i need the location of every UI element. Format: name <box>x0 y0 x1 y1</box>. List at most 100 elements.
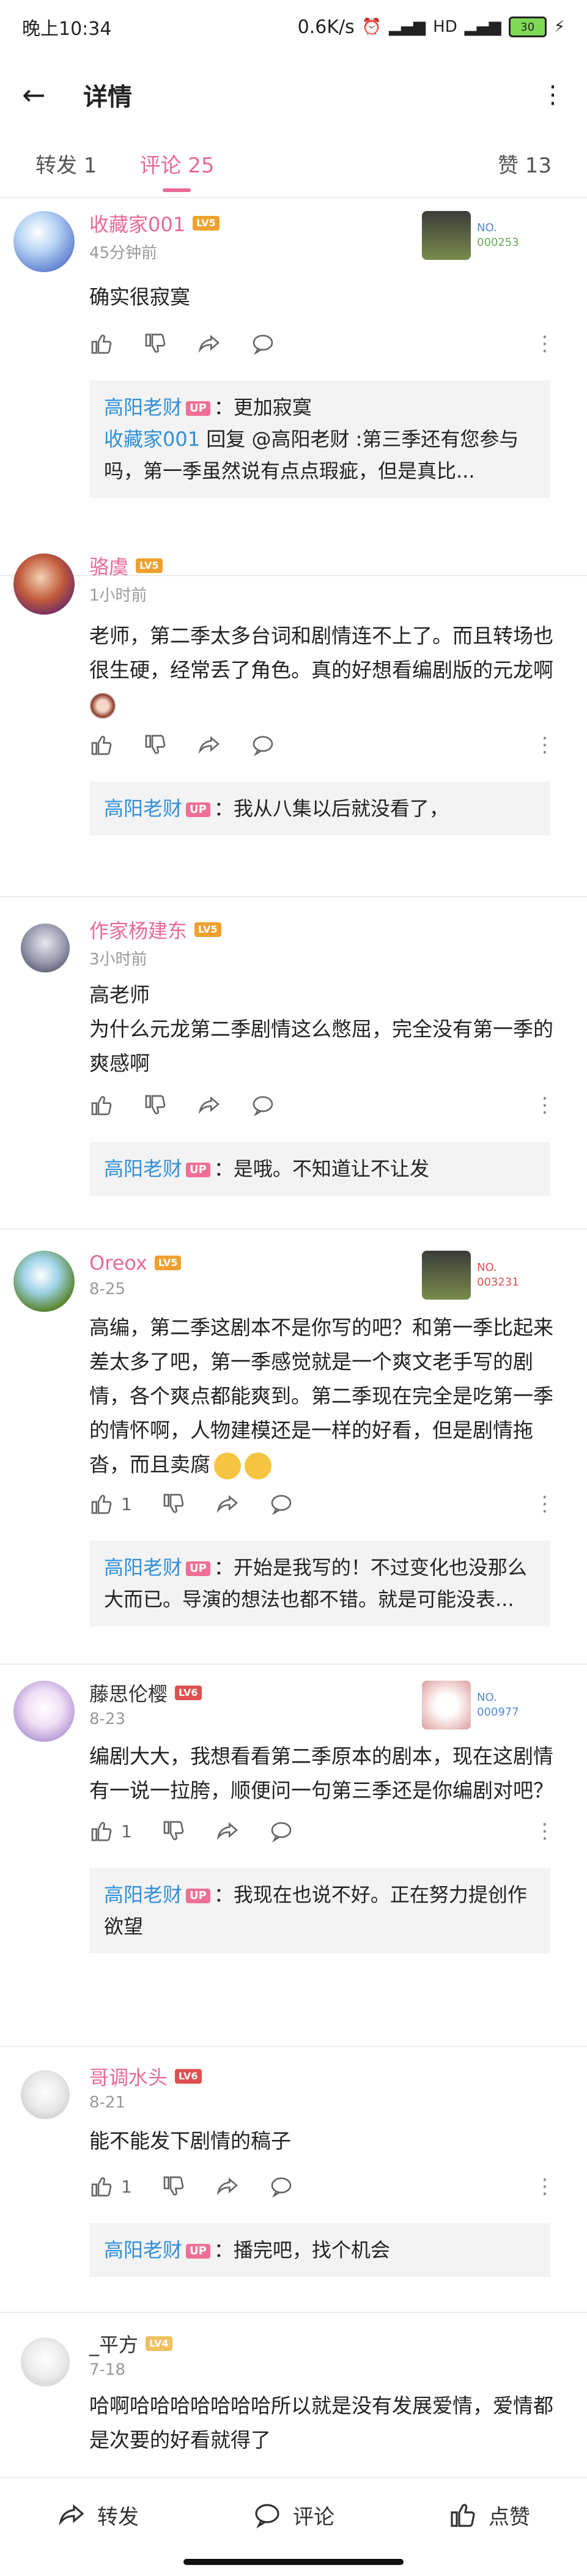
badge-number: 003231 <box>477 1276 519 1289</box>
comment-text: 高编，第二季这剧本不是你写的吧？和第一季比起来差太多了吧，第一季感觉就是一个爽文… <box>89 1311 569 1482</box>
thumbs-up-icon <box>91 1495 112 1514</box>
like-button[interactable]: 1 <box>89 1492 132 1516</box>
comment-more-icon[interactable]: ⋮ <box>534 1819 555 1843</box>
home-indicator[interactable] <box>183 2559 404 2565</box>
like-button[interactable]: 1 <box>89 1819 132 1843</box>
reply-author[interactable]: 高阳老财 <box>104 1883 182 1906</box>
reply-box[interactable]: 高阳老财 UP ：播完吧，找个机会 <box>89 2223 550 2277</box>
tab-likes[interactable]: 赞 13 <box>498 149 552 188</box>
reply-author[interactable]: 收藏家001 <box>104 427 200 451</box>
like-button[interactable]: 1 <box>89 2174 132 2199</box>
username[interactable]: 藤思伦樱 <box>89 1679 168 1707</box>
thumbs-down-icon <box>145 333 166 353</box>
like-post-button[interactable]: 点赞 <box>448 2500 530 2530</box>
reply-text: 更加寂寞 <box>233 396 312 419</box>
avatar[interactable] <box>13 211 75 272</box>
comment-bubble-icon <box>253 736 273 757</box>
dislike-button[interactable] <box>161 2174 186 2199</box>
share-button[interactable] <box>215 1819 240 1843</box>
up-badge: UP <box>186 401 210 416</box>
reply-author[interactable]: 高阳老财 <box>104 1157 182 1180</box>
dislike-button[interactable] <box>161 1492 186 1516</box>
comment-more-icon[interactable]: ⋮ <box>534 1093 555 1117</box>
reply-button[interactable] <box>269 1492 294 1516</box>
username[interactable]: Oreox <box>89 1251 147 1275</box>
thumbs-up-icon <box>451 2504 475 2527</box>
reply-box[interactable]: 高阳老财 UP ：我从八集以后就没看了， <box>89 782 550 835</box>
comment-text-content: 高编，第二季这剧本不是你写的吧？和第一季比起来差太多了吧，第一季感觉就是一个爽文… <box>89 1316 553 1476</box>
forward-button[interactable]: 转发 <box>57 2500 139 2530</box>
level-badge: LV6 <box>175 1686 202 1700</box>
badge-figure-icon <box>422 1251 471 1300</box>
comment-more-icon[interactable]: ⋮ <box>534 331 555 356</box>
tab-comments[interactable]: 评论 25 <box>139 149 214 188</box>
like-button[interactable] <box>89 331 114 356</box>
reply-author[interactable]: 高阳老财 <box>104 396 182 419</box>
dislike-button[interactable] <box>143 331 168 356</box>
share-button[interactable] <box>197 1093 221 1117</box>
avatar[interactable] <box>13 553 75 615</box>
comment-time: 3小时前 <box>89 950 147 969</box>
page-title: 详情 <box>83 83 132 111</box>
like-button[interactable] <box>89 1093 114 1117</box>
username[interactable]: 骆虞 <box>89 552 128 580</box>
username[interactable]: 作家杨建东 <box>89 916 187 944</box>
reply-box[interactable]: 高阳老财 UP ：我现在也说不好。正在努力提创作欲望 <box>89 1868 550 1953</box>
back-arrow-icon[interactable]: ← <box>22 78 65 111</box>
comment-bubble-icon <box>271 1822 292 1843</box>
reply-button[interactable] <box>251 733 275 757</box>
thumbs-down-icon <box>163 2176 184 2196</box>
tab-forward[interactable]: 转发 1 <box>35 149 97 188</box>
username[interactable]: 哥调水头 <box>89 2062 168 2090</box>
up-badge: UP <box>186 1561 210 1576</box>
share-button[interactable] <box>215 1492 240 1516</box>
comment-actions: 1 ⋮ <box>89 1486 569 1522</box>
battery-level: 30 <box>520 20 535 34</box>
avatar[interactable] <box>21 923 70 972</box>
divider <box>0 2046 587 2047</box>
up-badge: UP <box>186 1889 210 1903</box>
dislike-button[interactable] <box>143 733 168 757</box>
avatar[interactable] <box>21 2070 70 2119</box>
reply-author[interactable]: 高阳老财 <box>104 2238 182 2262</box>
status-right: 0.6K/s ⏰ ▂▄▆ HD ▂▄▆ 30 ⚡ <box>298 17 565 38</box>
reply-text: 是哦。不知道让不让发 <box>233 1157 429 1180</box>
status-bar: 晚上10:34 0.6K/s ⏰ ▂▄▆ HD ▂▄▆ 30 ⚡ <box>0 0 587 54</box>
more-options-icon[interactable]: ⋮ <box>541 81 565 109</box>
share-button[interactable] <box>197 331 221 356</box>
avatar[interactable] <box>21 2337 70 2386</box>
badge-no-label: NO. <box>477 221 497 234</box>
reply-button[interactable] <box>251 331 275 356</box>
reply-box[interactable]: 高阳老财 UP ：是哦。不知道让不让发 <box>89 1142 550 1196</box>
avatar[interactable] <box>13 1681 75 1742</box>
reply-button[interactable] <box>269 1819 294 1843</box>
reply-author[interactable]: 高阳老财 <box>104 1556 182 1579</box>
reply-author[interactable]: 高阳老财 <box>104 797 182 820</box>
comment-bubble-icon <box>253 1096 273 1117</box>
divider <box>0 2312 587 2313</box>
comment-more-icon[interactable]: ⋮ <box>534 733 555 757</box>
username[interactable]: _平方 <box>89 2330 138 2358</box>
level-badge: LV6 <box>175 2069 202 2084</box>
comment-button[interactable]: 评论 <box>253 2500 334 2530</box>
app-bar: ← 详情 ⋮ <box>0 61 587 128</box>
share-icon <box>198 335 220 353</box>
share-icon <box>216 2177 238 2196</box>
dislike-button[interactable] <box>143 1093 168 1117</box>
share-button[interactable] <box>197 733 221 757</box>
tab-divider <box>0 197 587 198</box>
reply-button[interactable] <box>269 2174 294 2199</box>
comment-more-icon[interactable]: ⋮ <box>534 1492 555 1516</box>
username[interactable]: 收藏家001 <box>89 209 185 237</box>
level-badge: LV5 <box>136 558 163 573</box>
comment-more-icon[interactable]: ⋮ <box>534 2174 555 2199</box>
comment-item: _平方 LV4 7-18 哈啊哈哈哈哈哈哈哈所以就是没有发展爱情，爱情都是次要的好… <box>0 2331 587 2457</box>
like-button[interactable] <box>89 733 114 757</box>
share-button[interactable] <box>215 2174 240 2199</box>
reply-button[interactable] <box>251 1093 275 1117</box>
reply-box[interactable]: 高阳老财 UP ：更加寂寞 收藏家001 回复 @高阳老财 :第三季还有您参与吗，第… <box>89 380 550 498</box>
comment-item: 收藏家001 LV5 45分钟前 NO. 000253 确实很寂寞 ⋮ 高阳老财 UP… <box>0 211 587 498</box>
reply-box[interactable]: 高阳老财 UP ：开始是我写的！不过变化也没那么大而已。导演的想法也都不错。就是可能… <box>89 1541 550 1626</box>
avatar[interactable] <box>13 1251 75 1312</box>
dislike-button[interactable] <box>161 1819 186 1843</box>
